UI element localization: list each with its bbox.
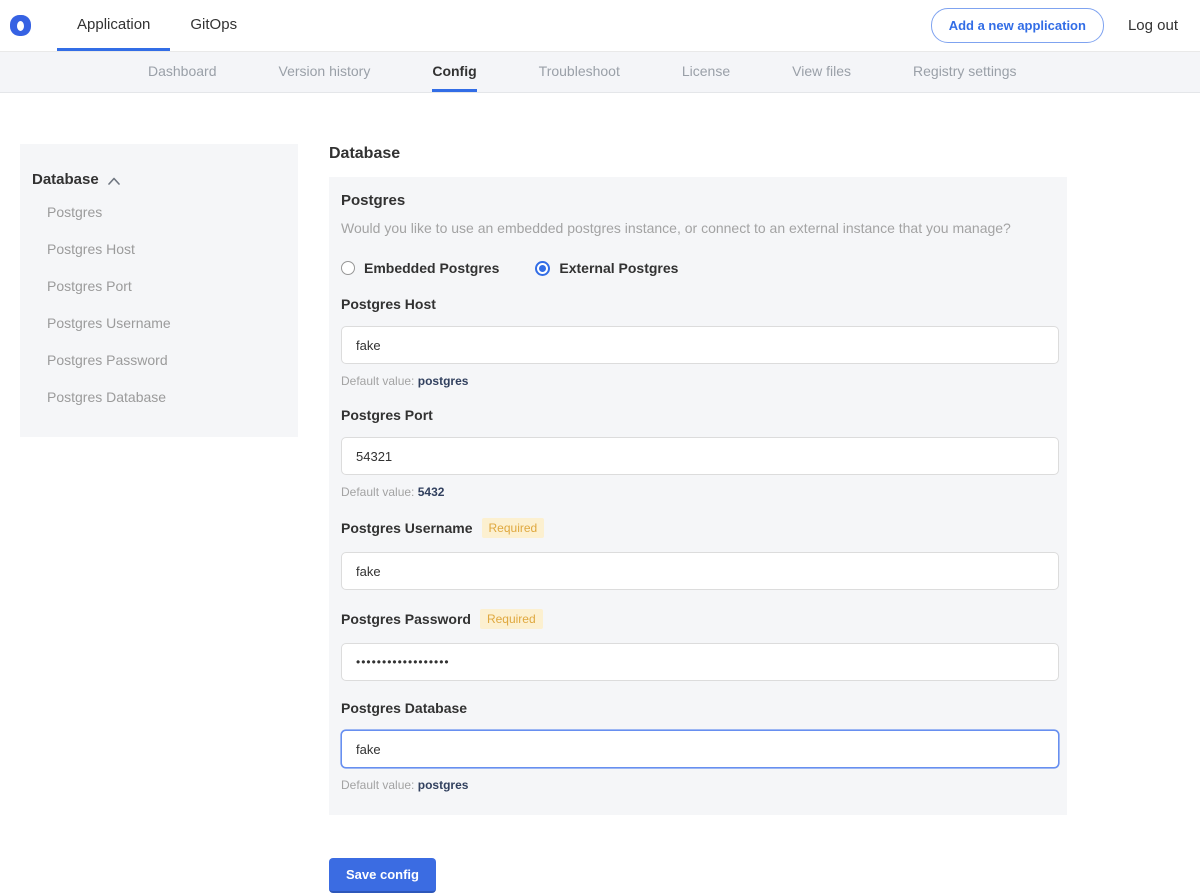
save-config-button[interactable]: Save config bbox=[329, 858, 436, 893]
sidebar-group-database[interactable]: Database bbox=[32, 171, 282, 193]
postgres-password-label-row: Postgres Password Required bbox=[341, 609, 1055, 629]
add-application-button[interactable]: Add a new application bbox=[931, 8, 1104, 43]
postgres-port-default-value: 5432 bbox=[418, 485, 445, 499]
sidebar-item-postgres[interactable]: Postgres bbox=[32, 194, 282, 230]
postgres-group-label: Postgres bbox=[341, 192, 1055, 209]
subnav-registry-settings[interactable]: Registry settings bbox=[913, 52, 1016, 92]
config-content: Database Postgres Postgres Host Postgres… bbox=[0, 93, 1200, 893]
logout-button[interactable]: Log out bbox=[1128, 17, 1178, 34]
radio-embedded-postgres[interactable]: Embedded Postgres bbox=[341, 260, 499, 276]
top-bar-right: Add a new application Log out bbox=[931, 0, 1178, 51]
subnav-troubleshoot[interactable]: Troubleshoot bbox=[539, 52, 620, 92]
subnav-license[interactable]: License bbox=[682, 52, 730, 92]
postgres-username-required-badge: Required bbox=[482, 518, 545, 538]
config-sidebar: Database Postgres Postgres Host Postgres… bbox=[20, 144, 298, 437]
radio-external-postgres-dot bbox=[539, 265, 546, 272]
postgres-username-input[interactable] bbox=[341, 552, 1059, 590]
subnav-config[interactable]: Config bbox=[432, 52, 476, 92]
top-bar: Application GitOps Add a new application… bbox=[0, 0, 1200, 52]
app-logo[interactable] bbox=[10, 0, 31, 51]
tab-application-label: Application bbox=[77, 16, 150, 33]
postgres-port-label-row: Postgres Port bbox=[341, 407, 1055, 423]
radio-embedded-postgres-label: Embedded Postgres bbox=[364, 260, 499, 276]
tab-application[interactable]: Application bbox=[57, 0, 170, 51]
postgres-username-label-row: Postgres Username Required bbox=[341, 518, 1055, 538]
postgres-username-label: Postgres Username bbox=[341, 520, 473, 536]
sidebar-item-postgres-host[interactable]: Postgres Host bbox=[32, 231, 282, 267]
sidebar-group-database-label: Database bbox=[32, 171, 99, 188]
postgres-port-label: Postgres Port bbox=[341, 407, 433, 423]
postgres-port-default: Default value: 5432 bbox=[341, 485, 1055, 499]
postgres-password-required-badge: Required bbox=[480, 609, 543, 629]
database-config-panel: Postgres Would you like to use an embedd… bbox=[329, 177, 1067, 815]
app-subnav: Dashboard Version history Config Trouble… bbox=[0, 52, 1200, 93]
config-main: Database Postgres Would you like to use … bbox=[329, 144, 1067, 893]
postgres-port-default-prefix: Default value: bbox=[341, 485, 414, 499]
postgres-database-default-value: postgres bbox=[418, 778, 469, 792]
app-logo-icon bbox=[10, 15, 31, 36]
postgres-port-input[interactable] bbox=[341, 437, 1059, 475]
radio-external-postgres-label: External Postgres bbox=[559, 260, 678, 276]
radio-external-postgres[interactable]: External Postgres bbox=[535, 260, 678, 276]
subnav-version-history[interactable]: Version history bbox=[279, 52, 371, 92]
postgres-database-label-row: Postgres Database bbox=[341, 700, 1055, 716]
postgres-host-default: Default value: postgres bbox=[341, 374, 1055, 388]
postgres-host-default-prefix: Default value: bbox=[341, 374, 414, 388]
section-title: Database bbox=[329, 145, 1067, 163]
postgres-help-text: Would you like to use an embedded postgr… bbox=[341, 220, 1055, 236]
subnav-view-files[interactable]: View files bbox=[792, 52, 851, 92]
postgres-database-input[interactable] bbox=[341, 730, 1059, 768]
sidebar-item-postgres-database[interactable]: Postgres Database bbox=[32, 379, 282, 415]
postgres-host-input[interactable] bbox=[341, 326, 1059, 364]
app-logo-hole bbox=[17, 21, 24, 31]
postgres-radio-group: Embedded Postgres External Postgres bbox=[341, 260, 1055, 276]
sidebar-item-postgres-password[interactable]: Postgres Password bbox=[32, 342, 282, 378]
subnav-dashboard[interactable]: Dashboard bbox=[148, 52, 217, 92]
postgres-password-input[interactable] bbox=[341, 643, 1059, 681]
sidebar-item-postgres-port[interactable]: Postgres Port bbox=[32, 268, 282, 304]
chevron-up-icon bbox=[108, 177, 120, 185]
tab-gitops-label: GitOps bbox=[190, 16, 237, 33]
radio-embedded-postgres-circle bbox=[341, 261, 355, 275]
postgres-database-label: Postgres Database bbox=[341, 700, 467, 716]
postgres-password-label: Postgres Password bbox=[341, 611, 471, 627]
sidebar-item-postgres-username[interactable]: Postgres Username bbox=[32, 305, 282, 341]
tab-gitops[interactable]: GitOps bbox=[170, 0, 257, 51]
postgres-database-default-prefix: Default value: bbox=[341, 778, 414, 792]
radio-external-postgres-circle bbox=[535, 261, 550, 276]
postgres-host-default-value: postgres bbox=[418, 374, 469, 388]
postgres-host-label: Postgres Host bbox=[341, 296, 436, 312]
postgres-host-label-row: Postgres Host bbox=[341, 296, 1055, 312]
postgres-database-default: Default value: postgres bbox=[341, 778, 1055, 792]
